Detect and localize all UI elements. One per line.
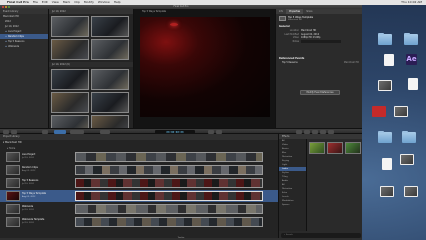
project-row-selected[interactable]: Top 5 Ways Template Aug 02, 2012 [0,190,278,202]
screenshot-icon[interactable] [404,186,418,197]
project-row[interactable]: Webisode Jul 10, 2012 [0,203,278,215]
project-filmstrip[interactable] [75,165,263,175]
project-date: Jul 10, 2012 [22,208,34,211]
effect-preview-thumbnail[interactable] [345,142,361,154]
inspector: Info Properties Share Top 5 Ways Templat… [276,9,362,128]
clip-thumbnail[interactable] [51,69,89,90]
clip-thumbnail[interactable] [51,92,89,113]
screenshot-icon[interactable] [380,186,394,197]
project-filmstrip[interactable] [75,152,263,162]
tab-info[interactable]: Info [276,9,286,14]
clip-thumbnail[interactable] [51,39,89,60]
project-filmstrip[interactable] [75,204,263,214]
project-row[interactable]: Live Project Jul 10, 2012 [0,151,278,163]
tab-share[interactable]: Share [303,9,315,14]
referenced-event-row: Top 5 Reasons Macintosh HD [282,61,359,64]
star-icon: ★ [5,45,8,48]
project-date: Aug 02, 2012 [22,169,36,172]
inspector-project-drive: Macintosh HD [288,19,302,21]
clip-thumbnail[interactable] [91,16,129,37]
project-thumbnail [6,191,20,201]
project-date: Jul 10, 2012 [22,221,34,224]
effect-preview-thumbnail[interactable] [327,142,343,154]
screenshot-icon[interactable] [394,106,408,117]
document-icon[interactable] [382,158,392,170]
viewer: Top 5 Ways Template [134,9,276,128]
clip-thumbnail[interactable] [91,39,129,60]
folder-icon[interactable] [378,130,392,143]
project-date: Aug 02, 2012 [22,195,36,198]
folder-icon[interactable] [378,32,392,45]
event-browser: Jul 10, 2012 Jul 10, 2012 (6) [49,9,134,136]
star-icon: ★ [5,35,8,38]
project-date: Jul 10, 2012 [22,156,34,159]
top-panels: Event Library Macintosh HD 2012 Jul 10, … [0,9,362,136]
project-filmstrip[interactable] [75,178,263,188]
effects-category-list: All Video Basics Blur Distortion Keying … [279,139,307,231]
red-app-icon[interactable] [372,106,386,117]
clip-thumbnail[interactable] [91,92,129,113]
screenshot-icon[interactable] [378,80,392,91]
project-thumbnail [6,165,20,175]
menubar-clock[interactable]: Thu 10:02 AM [401,0,426,5]
effect-preview-thumbnail[interactable] [309,142,325,154]
folder-icon[interactable] [404,32,418,45]
notes-field[interactable] [301,39,341,43]
project-row[interactable]: Random Clips Aug 02, 2012 [0,164,278,176]
document-icon[interactable] [408,78,418,90]
clip-thumbnail[interactable] [91,69,129,90]
folder-icon[interactable] [402,130,416,143]
clip-thumbnail[interactable] [51,16,89,37]
screenshot-icon[interactable] [400,154,414,165]
tab-properties[interactable]: Properties [286,9,304,14]
inspector-row: Notes [276,40,362,44]
document-icon[interactable] [384,54,394,66]
project-thumbnail [6,178,20,188]
project-date: Jul 10, 2012 [22,182,34,185]
effects-browser: Effects All Video Basics Blur Distortion… [278,134,362,240]
project-row[interactable]: Top 5 Reasons Jul 10, 2012 [0,177,278,189]
star-icon: ★ [5,40,8,43]
project-filmstrip[interactable] [75,191,263,201]
project-thumbnail [6,204,20,214]
final-cut-pro-window: Final Cut Pro Event Library Macintosh HD… [0,5,362,240]
viewer-title: Top 5 Ways Template [142,10,167,13]
event-library-item[interactable]: ★Webisode [0,44,48,49]
project-thumbnail [6,152,20,162]
event-library: Event Library Macintosh HD 2012 Jul 10, … [0,9,49,128]
effects-category[interactable]: Spaces [279,203,306,207]
viewer-video-frame[interactable] [140,17,270,117]
project-row[interactable]: Webisode Template Jul 10, 2012 [0,216,278,228]
after-effects-icon[interactable]: Ae [406,54,417,65]
modify-event-references-button[interactable]: Modify Event References [300,90,340,95]
project-filmstrip[interactable] [75,217,263,227]
star-icon: ★ [5,30,8,33]
project-thumbnail [6,217,20,227]
project-library: Project Library ▾ Macintosh HD ▾ Home Li… [0,134,278,240]
project-icon [279,16,286,21]
